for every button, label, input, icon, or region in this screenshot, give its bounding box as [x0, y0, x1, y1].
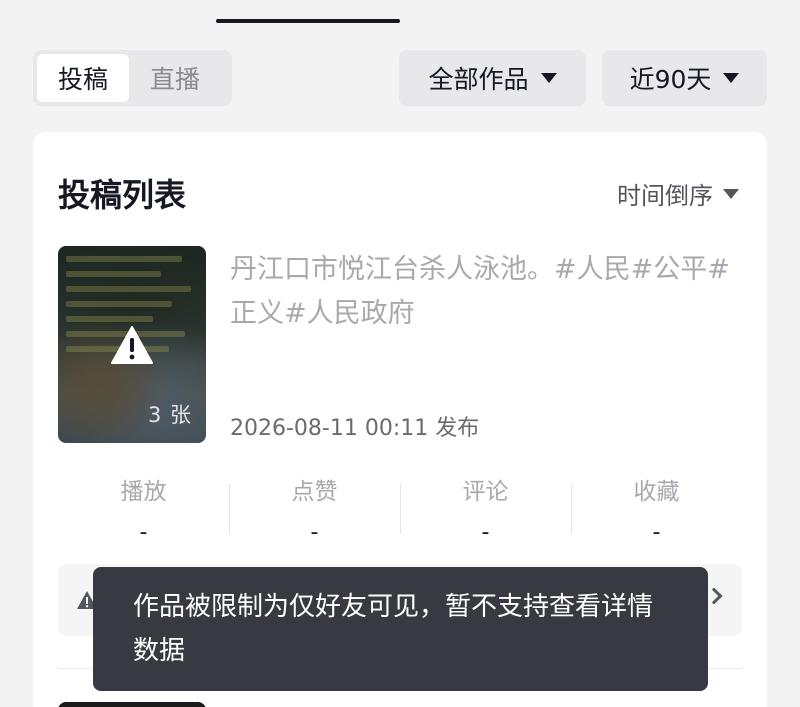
sort-label: 时间倒序	[617, 182, 713, 210]
caret-down-icon	[723, 73, 740, 83]
post-title[interactable]: 丹江口市悦江台杀人泳池。#人民#公平#正义#人民政府	[230, 248, 750, 336]
warning-triangle-icon	[111, 325, 153, 364]
stat-value: -	[481, 520, 490, 545]
chevron-right-icon	[705, 587, 723, 605]
top-tab-indicator	[216, 19, 400, 23]
stat-plays: 播放 -	[58, 462, 229, 545]
post-thumbnail[interactable]: 3 张	[58, 246, 206, 443]
date-range-label: 近90天	[629, 65, 712, 94]
tab-live[interactable]: 直播	[129, 54, 221, 102]
stat-label: 播放	[120, 479, 167, 505]
post-stats: 播放 - 点赞 - 评论 - 收藏 -	[58, 462, 742, 545]
date-range-dropdown[interactable]: 近90天	[602, 50, 767, 106]
stat-value: -	[139, 520, 148, 545]
stat-label: 收藏	[633, 479, 680, 505]
next-post-thumbnail[interactable]	[58, 702, 206, 707]
tab-submissions[interactable]: 投稿	[37, 54, 129, 102]
post-publish-time: 2026-08-11 00:11 发布	[230, 416, 480, 441]
stat-comments: 评论 -	[400, 462, 571, 545]
card-title: 投稿列表	[58, 176, 187, 214]
toast-message: 作品被限制为仅好友可见，暂不支持查看详情数据	[93, 567, 708, 691]
sort-dropdown[interactable]: 时间倒序	[617, 176, 739, 211]
works-filter-dropdown[interactable]: 全部作品	[399, 50, 586, 106]
stat-label: 评论	[462, 479, 509, 505]
image-count-badge: 3 张	[147, 403, 192, 427]
caret-down-icon	[723, 188, 739, 199]
works-filter-label: 全部作品	[428, 65, 529, 94]
stat-label: 点赞	[291, 479, 338, 505]
stat-favorites: 收藏 -	[571, 462, 742, 545]
stat-value: -	[652, 520, 661, 545]
stat-value: -	[310, 520, 319, 545]
content-type-segmented-control: 投稿 直播	[33, 50, 232, 106]
stat-likes: 点赞 -	[229, 462, 400, 545]
caret-down-icon	[540, 73, 557, 83]
